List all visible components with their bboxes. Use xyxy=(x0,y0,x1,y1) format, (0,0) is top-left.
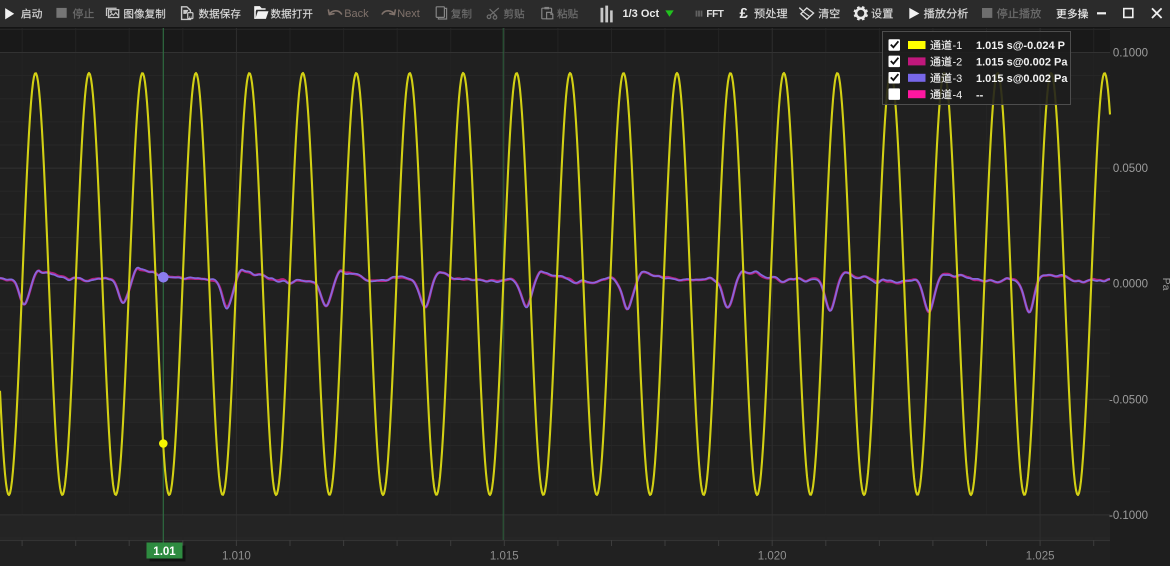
svg-text:1.015 s@-0.024 P: 1.015 s@-0.024 P xyxy=(976,40,1065,52)
svg-text:1.015: 1.015 xyxy=(490,551,519,563)
svg-text:Pa: Pa xyxy=(1160,278,1170,291)
svg-text:1/3 Oct: 1/3 Oct xyxy=(623,8,660,20)
svg-text:-2: -2 xyxy=(953,57,963,69)
svg-text:--: -- xyxy=(976,89,984,101)
svg-text:-3: -3 xyxy=(953,73,963,85)
svg-text:-0.0500: -0.0500 xyxy=(1109,394,1148,406)
svg-text:1.025: 1.025 xyxy=(1026,551,1055,563)
svg-text:1.015 s@0.002 Pa: 1.015 s@0.002 Pa xyxy=(976,57,1068,69)
svg-text:0.1000: 0.1000 xyxy=(1113,48,1148,60)
svg-text:-0.1000: -0.1000 xyxy=(1109,510,1148,522)
svg-text:FFT: FFT xyxy=(706,9,723,20)
svg-text:Back: Back xyxy=(344,8,369,20)
svg-text:1.010: 1.010 xyxy=(222,551,251,563)
svg-text:-1: -1 xyxy=(953,40,963,52)
svg-text:Next: Next xyxy=(397,8,420,20)
svg-text:1.015 s@0.002 Pa: 1.015 s@0.002 Pa xyxy=(976,73,1068,85)
svg-text:£: £ xyxy=(740,5,749,22)
svg-text:1.020: 1.020 xyxy=(758,551,787,563)
svg-text:1.01: 1.01 xyxy=(153,546,176,558)
svg-text:-4: -4 xyxy=(953,89,963,101)
svg-text:0.0000: 0.0000 xyxy=(1113,279,1148,291)
svg-text:0.0500: 0.0500 xyxy=(1113,163,1148,175)
